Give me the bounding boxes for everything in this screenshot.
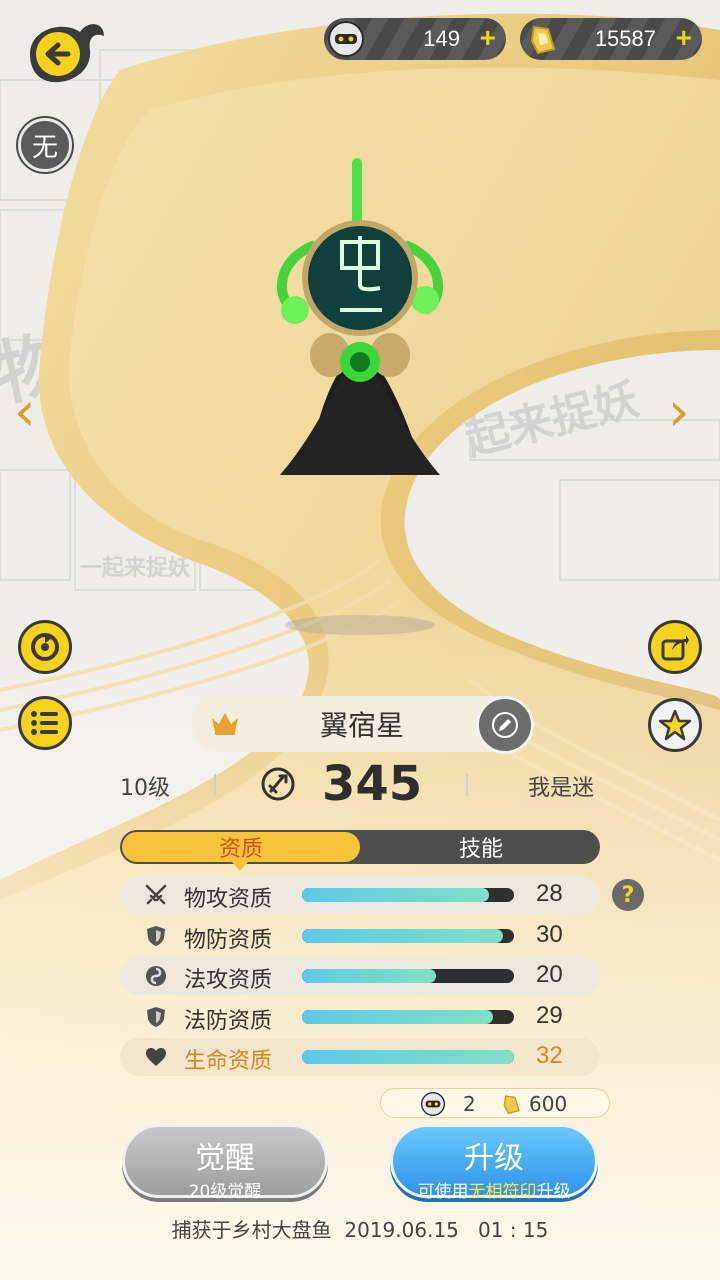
svg-text:一起来捉妖: 一起来捉妖 — [80, 555, 190, 581]
list-button[interactable] — [18, 696, 72, 750]
list-icon — [31, 711, 58, 735]
stat-row-physical-attack: 物攻资质 28 — [120, 876, 600, 914]
stat-row-magic-attack: 法攻资质 20 — [120, 957, 600, 995]
mask-coin-icon — [328, 21, 364, 57]
gold-cost: 600 — [529, 1092, 568, 1116]
divider — [466, 774, 468, 796]
add-mask-coin-button[interactable]: + — [480, 24, 496, 52]
stat-row-magic-defense: 法防资质 29 — [120, 998, 600, 1036]
stat-bar — [302, 929, 514, 943]
chevron-right-icon: › — [668, 380, 690, 443]
stat-bar — [302, 969, 514, 983]
detail-tabs: 资质 技能 — [120, 830, 600, 864]
swirl-icon — [146, 966, 166, 986]
prev-monster-arrow[interactable]: ‹ — [14, 385, 36, 439]
upgrade-sub-item: 无相符印 — [468, 1182, 537, 1202]
recycle-button[interactable] — [18, 620, 72, 674]
stat-value: 30 — [536, 921, 563, 948]
stat-value: 29 — [536, 1002, 563, 1029]
stat-row-life: 生命资质 32 — [120, 1038, 600, 1076]
recycle-icon — [31, 633, 59, 661]
favorite-button[interactable] — [648, 698, 702, 752]
shield-icon — [147, 1007, 165, 1027]
stat-label: 物防资质 — [184, 928, 273, 953]
back-button[interactable] — [18, 14, 104, 86]
stat-bar — [302, 1050, 514, 1064]
heart-icon — [146, 1048, 166, 1066]
awaken-title: 觉醒 — [195, 1141, 255, 1176]
stat-label: 物攻资质 — [184, 887, 273, 912]
stat-label: 法攻资质 — [184, 968, 273, 993]
add-gold-button[interactable]: + — [676, 24, 692, 52]
awaken-subtitle: 20级觉醒 — [188, 1182, 262, 1202]
stat-label: 生命资质 — [184, 1049, 273, 1074]
help-button[interactable]: ? — [612, 879, 644, 911]
stat-value: 32 — [536, 1042, 563, 1069]
star-icon — [658, 709, 692, 741]
gold-amount: 15587 — [594, 26, 656, 51]
no-badge-button[interactable]: 无 — [16, 116, 74, 174]
divider — [214, 774, 216, 796]
monster-model[interactable] — [270, 150, 450, 500]
owner-name: 我是迷 — [528, 776, 595, 801]
gold-counter[interactable]: 15587 + — [520, 18, 702, 60]
upgrade-button[interactable]: 升级 可使用无相符印升级 — [390, 1124, 598, 1202]
help-icon: ? — [621, 882, 635, 908]
mask-coin-counter[interactable]: 149 + — [324, 18, 506, 60]
upgrade-cost: 2 600 — [380, 1088, 610, 1118]
upgrade-sub-pre: 可使用 — [417, 1182, 469, 1202]
share-button[interactable] — [648, 620, 702, 674]
next-monster-arrow[interactable]: › — [668, 385, 690, 439]
upgrade-subtitle: 可使用无相符印升级 — [393, 1177, 595, 1202]
no-badge-label: 无 — [31, 132, 58, 163]
mask-coin-amount: 149 — [423, 26, 460, 51]
gold-ingot-icon — [530, 25, 556, 55]
shield-icon — [147, 926, 165, 946]
rename-button[interactable] — [476, 696, 534, 754]
stat-label: 法防资质 — [184, 1009, 273, 1034]
share-icon — [661, 635, 689, 661]
combat-power-value: 345 — [322, 756, 423, 812]
pencil-icon — [492, 712, 518, 738]
tab-aptitude[interactable]: 资质 — [122, 832, 360, 862]
gold-ingot-icon — [503, 1095, 520, 1115]
awaken-button[interactable]: 觉醒 20级觉醒 — [122, 1124, 328, 1202]
stat-bar — [302, 1010, 514, 1024]
stat-bar — [302, 888, 514, 902]
mask-coin-icon — [421, 1092, 445, 1116]
combat-power-icon — [261, 767, 295, 801]
mask-coin-cost: 2 — [463, 1092, 476, 1116]
upgrade-title: 升级 — [464, 1141, 524, 1176]
back-arrow-icon — [30, 24, 104, 83]
tab-pointer — [232, 862, 248, 871]
stat-value: 28 — [536, 880, 563, 907]
swords-icon — [145, 884, 167, 905]
stat-row-physical-defense: 物防资质 30 — [120, 917, 600, 955]
upgrade-sub-post: 升级 — [536, 1182, 571, 1202]
monster-level: 10级 — [120, 776, 170, 801]
monster-name: 翼宿星 — [319, 709, 404, 742]
capture-info: 捕获于乡村大盘鱼 2019.06.15 01 : 15 — [171, 1218, 549, 1242]
tab-skills[interactable]: 技能 — [362, 830, 600, 864]
crown-icon — [212, 713, 238, 735]
chevron-left-icon: ‹ — [14, 380, 36, 443]
stat-value: 20 — [536, 961, 563, 988]
